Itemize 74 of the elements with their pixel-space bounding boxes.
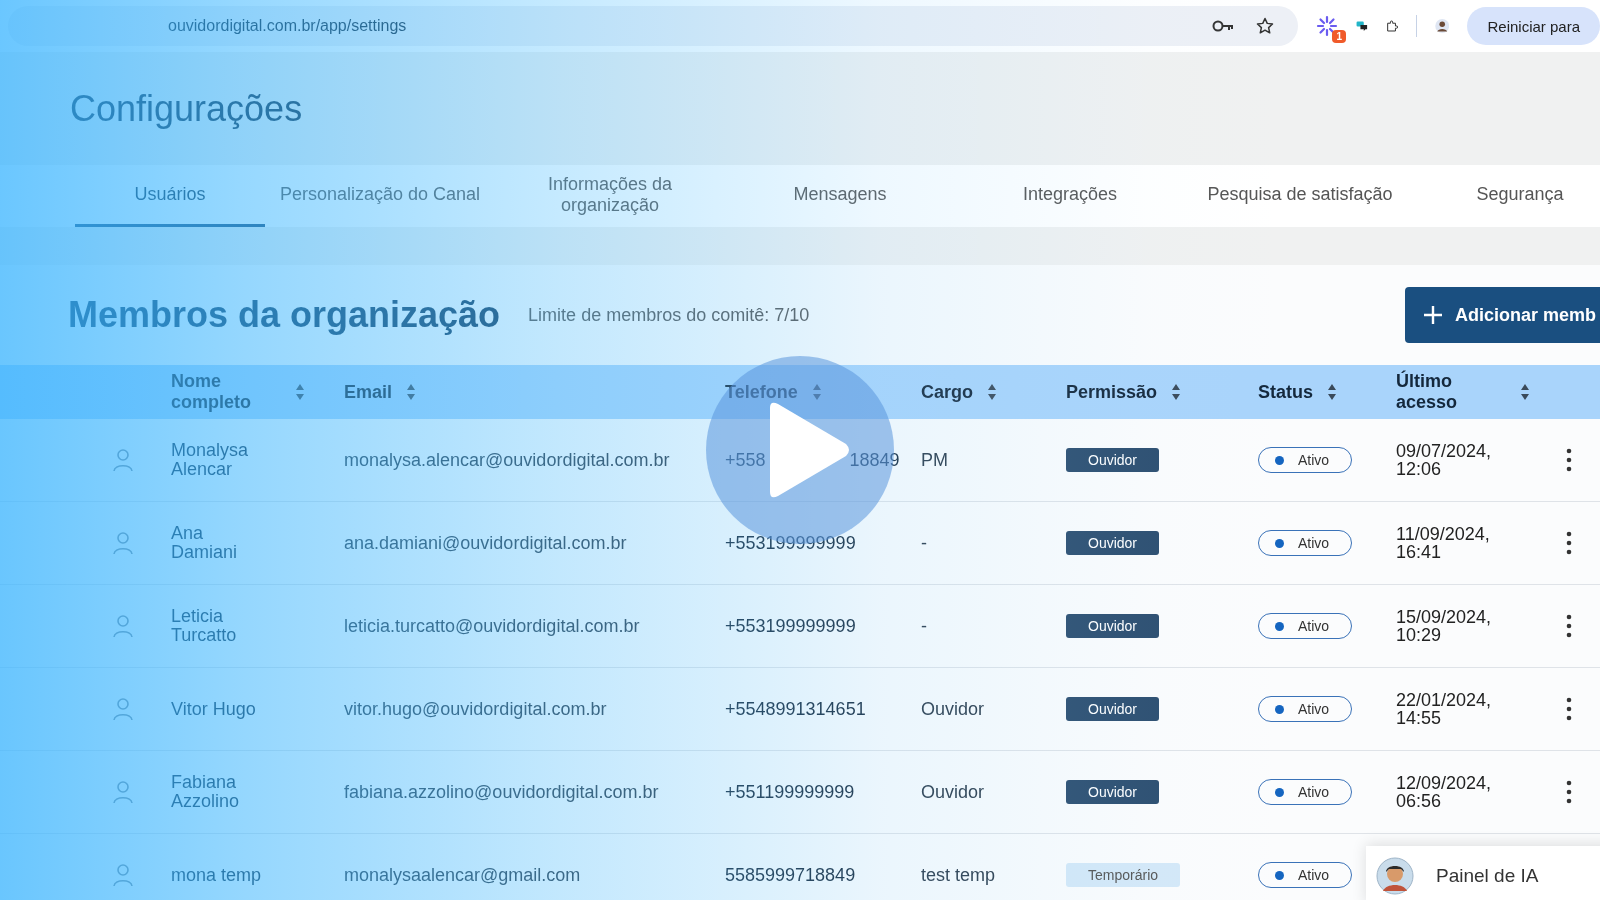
permission-badge: Temporário (1066, 863, 1181, 887)
last-access-cell-text: 12/09/2024, 06:56 (1396, 774, 1493, 810)
phone-cell: +558 (725, 449, 766, 471)
section-title: Membros da organização (68, 294, 501, 336)
more-options-icon[interactable] (1566, 780, 1572, 804)
star-icon[interactable] (1256, 17, 1274, 35)
permission-badge: Ouvidor (1066, 614, 1160, 638)
more-options-icon[interactable] (1566, 614, 1572, 638)
name-cell: Vitor Hugo (171, 699, 256, 719)
tab[interactable]: Informações da organização (495, 165, 725, 227)
more-options-icon[interactable] (1566, 531, 1572, 555)
role-cell: - (921, 532, 927, 554)
key-icon[interactable] (1212, 19, 1234, 33)
last-access-cell-text: 09/07/2024, 12:06 (1396, 442, 1493, 478)
ai-panel-label: Painel de IA (1436, 865, 1539, 887)
email-cell: vitor.hugo@ouvidordigital.com.br (344, 698, 607, 720)
sparkle-icon[interactable] (1316, 15, 1338, 37)
member-limit-text: Limite de membros do comitê: 7/10 (528, 304, 810, 326)
name-cell-text: Monalysa Alencar (171, 441, 250, 479)
more-options-icon[interactable] (1566, 448, 1572, 472)
phone-cell: +553199999999 (725, 532, 856, 554)
role-cell: test temp (921, 864, 996, 886)
url-text: ouvidordigital.com.br/app/settings (168, 17, 407, 35)
email-cell: monalysaalencar@gmail.com (344, 864, 581, 886)
sort-icon[interactable] (1327, 383, 1337, 401)
user-icon (112, 697, 134, 721)
sort-icon[interactable] (406, 383, 417, 401)
user-icon (112, 863, 134, 887)
role-cell: Ouvidor (921, 698, 985, 720)
tab[interactable]: Pesquisa de satisfação (1185, 165, 1415, 227)
column-header[interactable]: Status (1258, 381, 1313, 403)
column-header[interactable]: Permissão (1066, 381, 1158, 403)
tab[interactable]: Mensagens (725, 165, 955, 227)
add-member-button[interactable]: Adicionar memb (1404, 287, 1600, 343)
sort-icon[interactable] (1520, 383, 1530, 401)
restart-button[interactable]: Reiniciar para (1467, 7, 1600, 45)
user-icon (112, 531, 134, 555)
email-cell: ana.damiani@ouvidordigital.com.br (344, 532, 627, 554)
phone-cell: +551199999999 (725, 781, 855, 803)
plus-icon (1422, 305, 1443, 325)
email-cell: leticia.turcatto@ouvidordigital.com.br (344, 615, 640, 637)
ai-panel[interactable]: Painel de IA (1366, 846, 1600, 900)
name-cell-text: Leticia Turcatto (171, 607, 238, 645)
page-title: Configurações (70, 87, 303, 130)
last-access-cell-text: 11/09/2024, 16:41 (1396, 525, 1491, 561)
permission-badge: Ouvidor (1066, 780, 1160, 804)
name-cell-text: Ana Damiani (171, 524, 239, 562)
permission-badge: Ouvidor (1066, 531, 1160, 555)
name-cell: mona temp (171, 865, 262, 885)
name-cell-text: Fabiana Azzolino (171, 773, 241, 811)
phone-cell: 5585999718849 (725, 864, 856, 886)
user-icon (112, 614, 134, 638)
column-header[interactable]: Último acesso (1396, 371, 1506, 413)
user-icon (112, 448, 134, 472)
last-access-cell-text: 22/01/2024, 14:55 (1396, 691, 1493, 727)
sort-icon[interactable] (1171, 383, 1182, 401)
permission-badge: Ouvidor (1066, 448, 1160, 472)
assistant-avatar (1376, 857, 1414, 895)
user-icon (112, 780, 134, 804)
role-cell: - (921, 615, 927, 637)
last-access-cell-text: 15/09/2024, 10:29 (1396, 608, 1493, 644)
tab[interactable]: Segurança (1415, 165, 1600, 227)
tab[interactable]: Integrações (955, 165, 1185, 227)
phone-cell: +5548991314651 (725, 698, 866, 720)
column-header[interactable]: Cargo (921, 381, 973, 403)
email-cell: monalysa.alencar@ouvidordigital.com.br (344, 449, 670, 471)
role-cell: PM (921, 449, 948, 471)
permission-badge: Ouvidor (1066, 697, 1160, 721)
notification-badge: 1 (1332, 30, 1346, 43)
more-options-icon[interactable] (1566, 697, 1572, 721)
email-cell: fabiana.azzolino@ouvidordigital.com.br (344, 781, 659, 803)
sort-icon[interactable] (987, 383, 997, 401)
role-cell: Ouvidor (921, 781, 985, 803)
phone-cell: +553199999999 (725, 615, 856, 637)
